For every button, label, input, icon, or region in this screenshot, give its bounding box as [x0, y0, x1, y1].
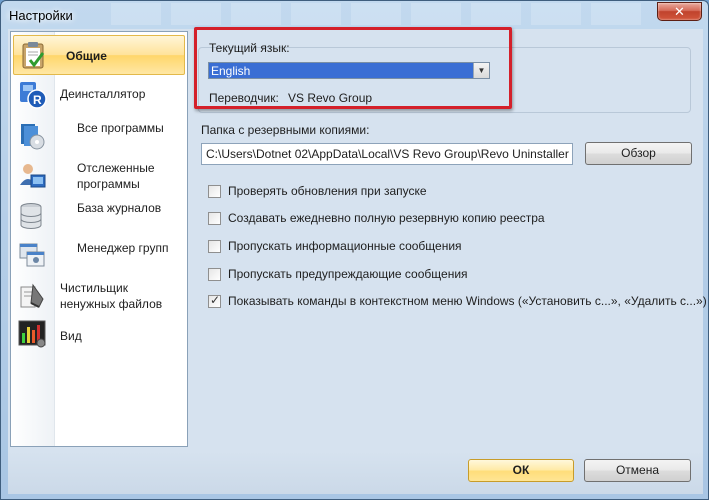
- title-bar[interactable]: Настройки ✕: [1, 1, 708, 29]
- logs-database-icon: [20, 203, 42, 229]
- option-label: Проверять обновления при запуске: [228, 184, 427, 198]
- checkbox[interactable]: [208, 185, 221, 198]
- sidebar-item-label: База журналов: [77, 201, 162, 215]
- sidebar-item-junk-cleaner[interactable]: Чистильщик ненужных файлов: [11, 276, 187, 316]
- language-dropdown-value: English: [211, 64, 251, 78]
- general-settings-panel: Текущий язык: English ▼ Переводчик: VS R…: [194, 27, 707, 449]
- option-label: Пропускать информационные сообщения: [228, 239, 462, 253]
- revo-uninstaller-icon: R: [20, 82, 47, 109]
- clipboard-check-icon: [22, 42, 45, 69]
- chevron-down-icon[interactable]: ▼: [473, 63, 489, 78]
- backup-folder-field[interactable]: C:\Users\Dotnet 02\AppData\Local\VS Revo…: [201, 143, 573, 165]
- sidebar-item-label: Менеджер групп: [77, 241, 169, 255]
- sidebar-item-label: Общие: [66, 49, 107, 63]
- all-programs-icon: [21, 124, 45, 150]
- sidebar: Общие R Деинсталлятор Все программы Отсл…: [10, 31, 188, 447]
- option-label: Пропускать предупреждающие сообщения: [228, 267, 468, 281]
- window-title: Настройки: [9, 8, 73, 23]
- backup-folder-label: Папка с резервными копиями:: [201, 123, 370, 137]
- sidebar-item-label: Деинсталлятор: [60, 87, 146, 101]
- sidebar-item-label: Чистильщик ненужных файлов: [60, 281, 163, 311]
- close-button[interactable]: ✕: [657, 2, 702, 21]
- sidebar-item-traced-programs[interactable]: Отслеженные программы: [11, 156, 187, 196]
- option-label: Создавать ежедневно полную резервную коп…: [228, 211, 545, 225]
- translator-value: VS Revo Group: [288, 91, 373, 105]
- sidebar-item-label: Вид: [60, 329, 82, 343]
- sidebar-item-logs-database[interactable]: База журналов: [11, 196, 187, 236]
- sidebar-item-view[interactable]: Вид: [11, 318, 187, 352]
- title-bar-background: [111, 3, 651, 25]
- sidebar-item-general[interactable]: Общие: [13, 35, 185, 75]
- client-area: Общие R Деинсталлятор Все программы Отсл…: [8, 27, 707, 494]
- sidebar-item-group-manager[interactable]: Менеджер групп: [11, 236, 187, 276]
- settings-window: Настройки ✕ Общие R Деинсталлятор Все пр…: [0, 0, 709, 500]
- current-language-label: Текущий язык:: [209, 41, 290, 55]
- ok-button[interactable]: ОК: [468, 459, 574, 482]
- checkbox[interactable]: [208, 212, 221, 225]
- sidebar-item-label: Все программы: [77, 121, 164, 135]
- browse-button[interactable]: Обзор: [585, 142, 692, 165]
- traced-programs-icon: [20, 164, 46, 188]
- sidebar-item-all-programs[interactable]: Все программы: [11, 116, 187, 156]
- dialog-button-bar: ОК Отмена: [8, 451, 703, 494]
- sidebar-item-uninstaller[interactable]: R Деинсталлятор: [11, 78, 187, 110]
- checkbox[interactable]: [208, 268, 221, 281]
- sidebar-item-label: Отслеженные программы: [77, 161, 155, 191]
- group-manager-icon: [19, 243, 45, 267]
- checkbox[interactable]: [208, 240, 221, 253]
- checkbox-checked[interactable]: [208, 293, 221, 308]
- translator-label: Переводчик:: [209, 91, 279, 105]
- junk-cleaner-icon: [20, 283, 44, 308]
- cancel-button[interactable]: Отмена: [584, 459, 691, 482]
- language-dropdown[interactable]: English ▼: [208, 62, 490, 79]
- svg-text:R: R: [33, 93, 42, 107]
- view-equalizer-icon: [18, 320, 46, 348]
- option-label: Показывать команды в контекстном меню Wi…: [228, 294, 707, 308]
